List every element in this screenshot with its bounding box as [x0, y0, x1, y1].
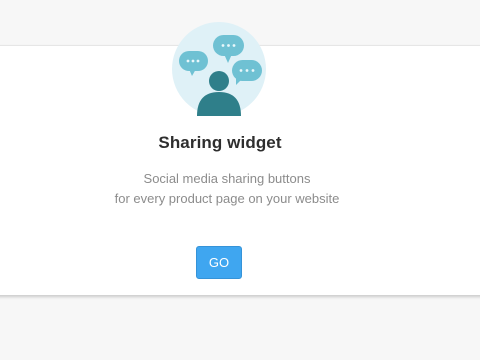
- widget-description-line2: for every product page on your website: [114, 191, 340, 206]
- widget-title: Sharing widget: [158, 133, 282, 152]
- people-chat-bubbles-icon: [172, 22, 266, 116]
- go-button[interactable]: GO: [196, 246, 242, 279]
- widget-description-line1: Social media sharing buttons: [143, 171, 311, 186]
